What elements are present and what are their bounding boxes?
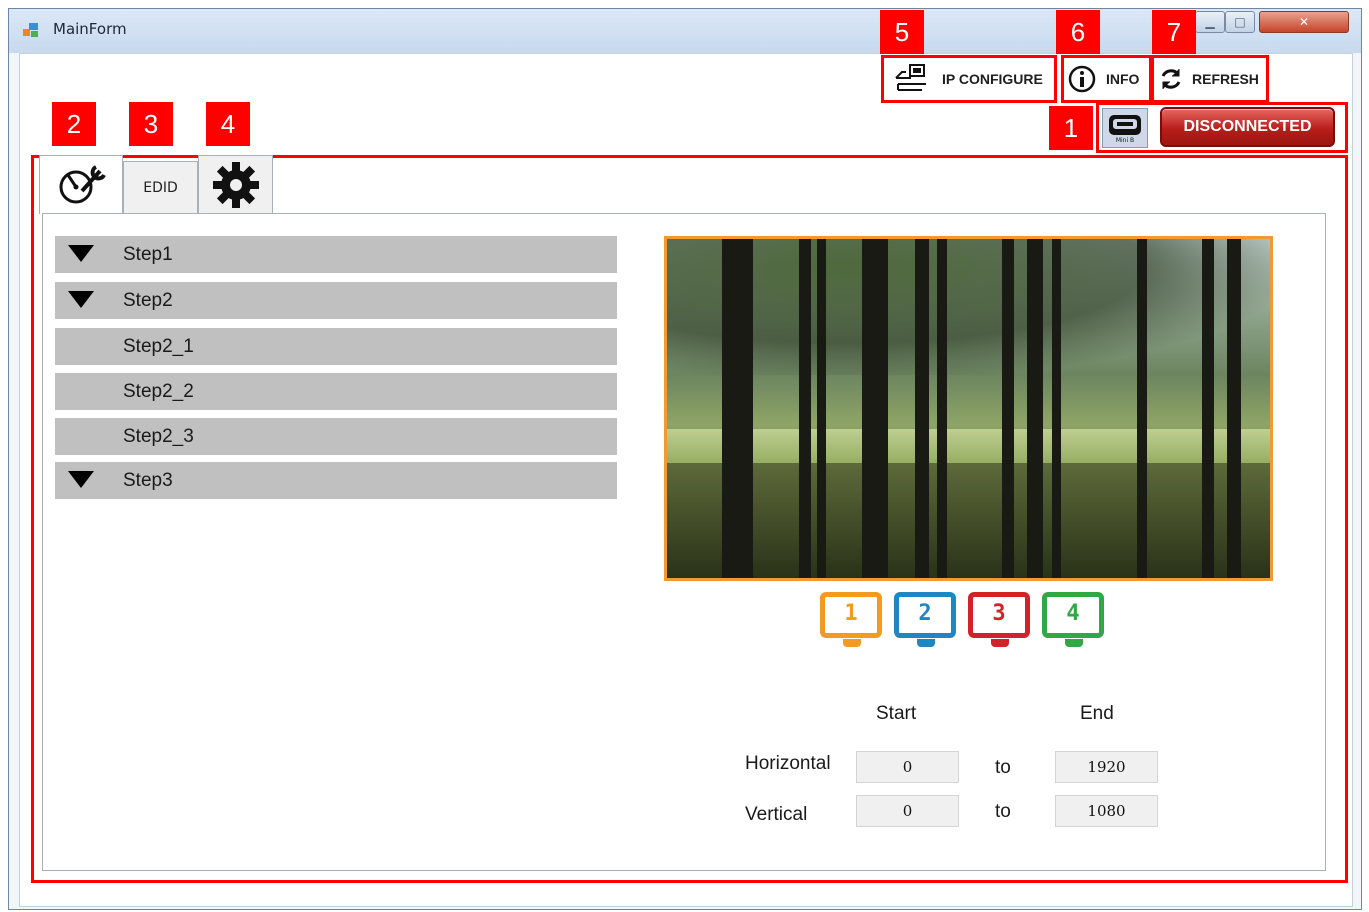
step-label: Step2_3 [123, 426, 194, 447]
monitor-label: 4 [1066, 601, 1080, 626]
step-item-step2-2[interactable]: Step2_2 [55, 373, 617, 410]
highlight-connection [1096, 102, 1348, 153]
tab-settings[interactable] [198, 155, 273, 214]
gear-icon [212, 162, 259, 208]
step-label: Step3 [123, 470, 173, 491]
horizontal-end-field[interactable] [1055, 751, 1158, 783]
vertical-to-label: to [995, 801, 1011, 822]
monitor-3-button[interactable]: 3 [968, 592, 1030, 647]
expand-triangle-icon[interactable] [68, 471, 94, 488]
tab-wrench[interactable] [39, 155, 123, 214]
monitor-label: 2 [918, 601, 932, 626]
marker-1: 1 [1049, 106, 1093, 150]
tab-edid-label: EDID [143, 180, 178, 196]
horizontal-start-field[interactable] [856, 751, 959, 783]
window-title: MainForm [53, 20, 127, 38]
step-label: Step2_1 [123, 336, 194, 357]
preview-image [664, 236, 1273, 581]
horizontal-label: Horizontal [745, 753, 831, 774]
app-icon [23, 23, 39, 37]
highlight-info [1061, 55, 1152, 103]
vertical-label: Vertical [745, 804, 808, 825]
step-item-step1[interactable]: Step1 [55, 236, 617, 273]
tab-edid[interactable]: EDID [123, 161, 198, 214]
monitor-label: 3 [992, 601, 1006, 626]
marker-3: 3 [129, 102, 173, 146]
marker-6: 6 [1056, 10, 1100, 54]
maximize-button[interactable]: □ [1225, 11, 1255, 33]
vertical-end-field[interactable] [1055, 795, 1158, 827]
marker-7: 7 [1152, 10, 1196, 54]
monitor-label: 1 [844, 601, 858, 626]
step-item-step3[interactable]: Step3 [55, 462, 617, 499]
start-header: Start [876, 703, 917, 724]
end-header: End [1080, 703, 1114, 724]
marker-4: 4 [206, 102, 250, 146]
highlight-ip-configure [881, 55, 1057, 103]
step-item-step2-3[interactable]: Step2_3 [55, 418, 617, 455]
monitor-2-button[interactable]: 2 [894, 592, 956, 647]
horizontal-to-label: to [995, 757, 1011, 778]
marker-2: 2 [52, 102, 96, 146]
minimize-button[interactable]: ▁ [1195, 11, 1225, 33]
step-item-step2[interactable]: Step2 [55, 282, 617, 319]
marker-5: 5 [880, 10, 924, 54]
gauge-wrench-icon [59, 165, 106, 204]
step-label: Step2_2 [123, 381, 194, 402]
monitor-4-button[interactable]: 4 [1042, 592, 1104, 647]
highlight-refresh [1151, 55, 1269, 103]
step-label: Step1 [123, 244, 173, 265]
expand-triangle-icon[interactable] [68, 245, 94, 262]
step-label: Step2 [123, 290, 173, 311]
vertical-start-field[interactable] [856, 795, 959, 827]
close-button[interactable]: ✕ [1259, 11, 1349, 33]
expand-triangle-icon[interactable] [68, 291, 94, 308]
monitor-1-button[interactable]: 1 [820, 592, 882, 647]
step-item-step2-1[interactable]: Step2_1 [55, 328, 617, 365]
